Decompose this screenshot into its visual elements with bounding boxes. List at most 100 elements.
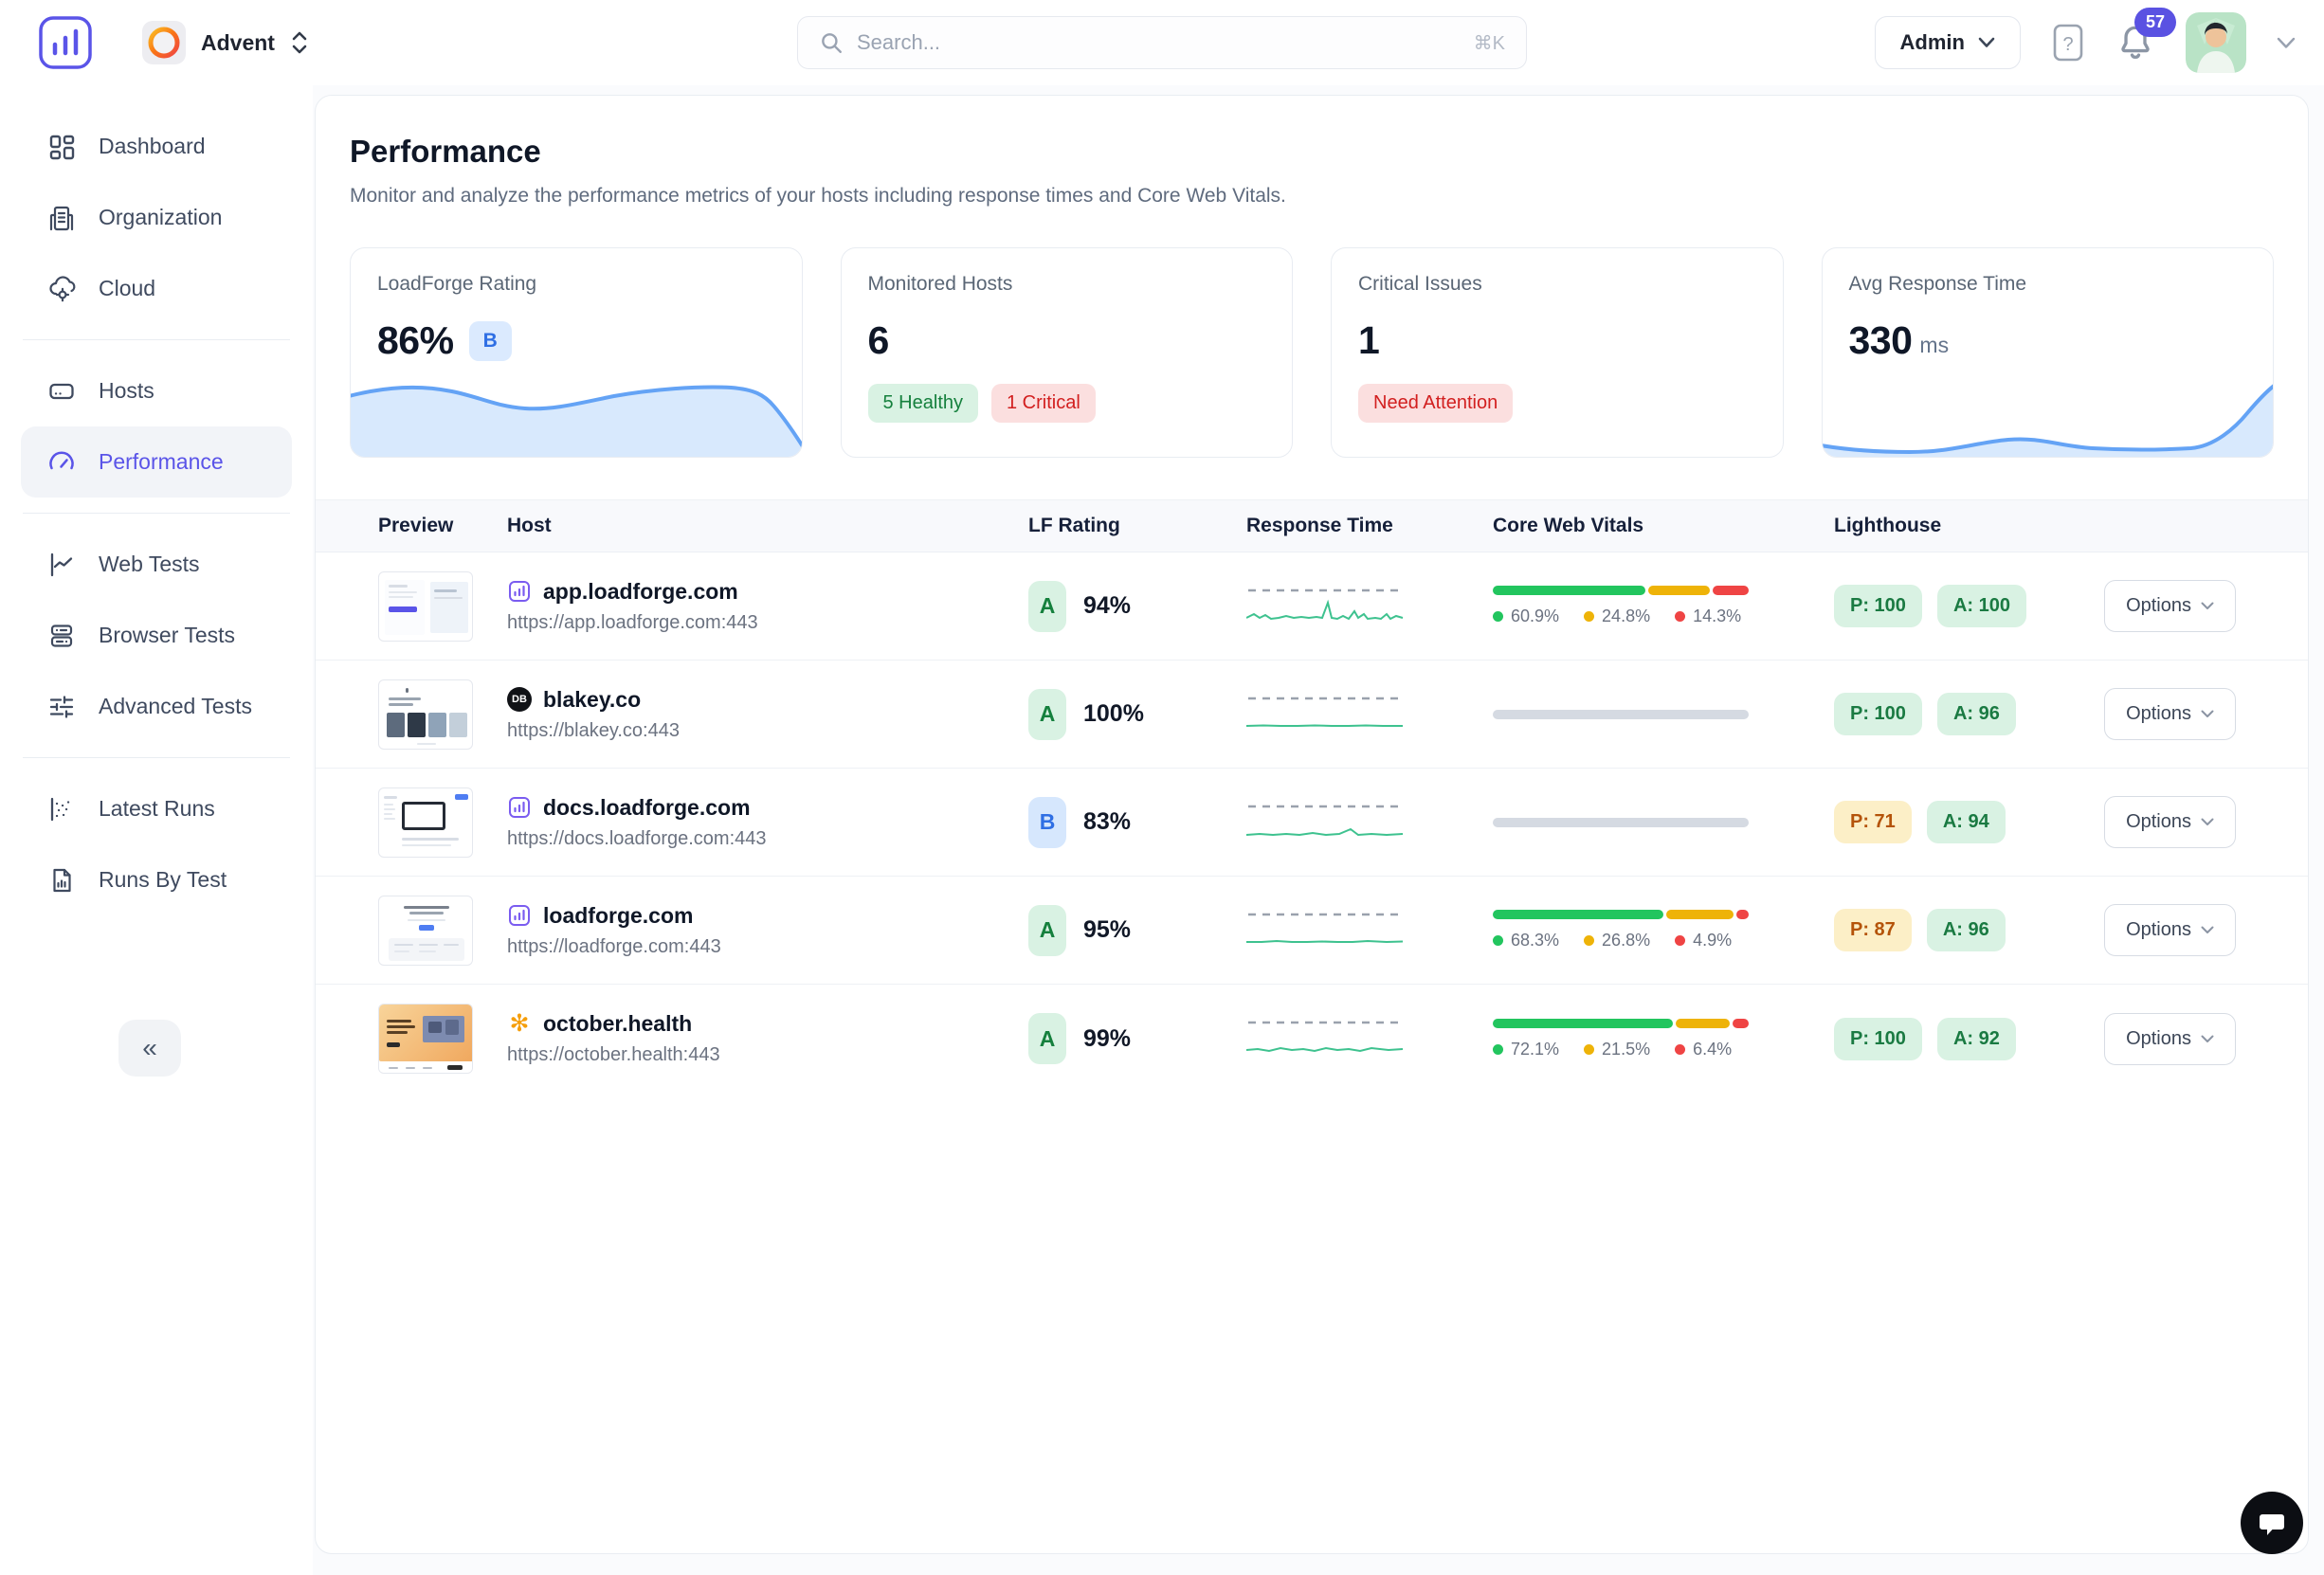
lighthouse-performance-badge: P: 100 [1834,693,1922,735]
user-menu-chevron-icon[interactable] [2277,37,2296,49]
host-url: https://docs.loadforge.com:443 [507,828,1028,850]
needs-improvement-dot-icon [1584,1044,1594,1055]
search-icon [819,30,844,55]
host-url: https://blakey.co:443 [507,720,1028,742]
host-favicon-db-icon: DB [507,687,532,712]
col-lf-rating: LF Rating [1028,515,1246,537]
sidebar-item-organization[interactable]: Organization [0,182,313,253]
sidebar-divider [23,339,290,340]
host-name[interactable]: october.health [543,1011,692,1037]
core-web-vitals-bar [1493,1019,1749,1028]
stat-value: 6 [868,318,889,363]
host-name[interactable]: blakey.co [543,687,641,713]
host-url: https://app.loadforge.com:443 [507,612,1028,634]
sidebar-item-label: Browser Tests [99,623,235,648]
sidebar-item-label: Runs By Test [99,867,227,893]
options-button[interactable]: Options [2104,796,2236,848]
host-preview-thumbnail[interactable] [378,679,473,750]
stat-card-monitored-hosts: Monitored Hosts 6 5 Healthy 1 Critical [841,247,1294,458]
org-name: Advent [201,30,275,56]
help-doc-icon: ? [2051,22,2085,63]
app-logo-icon[interactable] [38,15,93,70]
sidebar-item-advanced-tests[interactable]: Advanced Tests [0,671,313,742]
stat-value: 1 [1358,318,1379,363]
stat-value: 86% [377,318,454,363]
options-button[interactable]: Options [2104,1013,2236,1065]
sidebar-item-runs-by-test[interactable]: Runs By Test [0,844,313,915]
lf-rating-grade-badge: A [1028,581,1066,632]
sidebar-item-performance[interactable]: Performance [21,426,292,498]
help-button[interactable]: ? [2051,22,2085,63]
good-dot-icon [1493,935,1503,946]
host-favicon-chart-icon [507,903,532,928]
host-name[interactable]: docs.loadforge.com [543,795,751,821]
sidebar-item-cloud[interactable]: Cloud [0,253,313,324]
lf-rating-grade-badge: B [1028,797,1066,848]
chevron-down-icon [2201,1035,2214,1043]
lighthouse-performance-badge: P: 71 [1834,801,1912,843]
needs-improvement-dot-icon [1584,611,1594,622]
host-preview-thumbnail[interactable] [378,1004,473,1074]
org-selector-chevrons-icon [290,30,309,55]
core-web-vitals-empty-bar [1493,710,1749,719]
options-button[interactable]: Options [2104,580,2236,632]
sidebar-item-hosts[interactable]: Hosts [0,355,313,426]
host-preview-thumbnail[interactable] [378,896,473,966]
core-web-vitals-bar [1493,586,1749,595]
admin-menu-label: Admin [1900,30,1965,55]
lighthouse-performance-badge: P: 100 [1834,585,1922,627]
search-shortcut-hint: ⌘K [1474,31,1505,55]
host-favicon-chart-icon [507,579,532,604]
col-core-web-vitals: Core Web Vitals [1493,515,1834,537]
org-switcher[interactable]: Advent [142,21,309,64]
lf-rating-grade-badge: A [1028,905,1066,956]
lf-rating-percent: 100% [1083,700,1144,728]
needs-improvement-dot-icon [1584,935,1594,946]
rating-sparkline [350,368,803,458]
performance-panel: Performance Monitor and analyze the perf… [315,95,2309,1554]
organization-icon [47,204,76,232]
good-dot-icon [1493,1044,1503,1055]
host-preview-thumbnail[interactable] [378,571,473,642]
sidebar-item-label: Cloud [99,276,155,301]
sidebar-item-latest-runs[interactable]: Latest Runs [0,773,313,844]
chat-widget-button[interactable] [2241,1492,2303,1554]
host-url: https://october.health:443 [507,1044,1028,1066]
table-row: app.loadforge.com https://app.loadforge.… [316,552,2308,661]
sidebar-item-label: Latest Runs [99,796,215,822]
sidebar-item-browser-tests[interactable]: Browser Tests [0,600,313,671]
core-web-vitals-legend: 60.9% 24.8% 14.3% [1493,606,1834,626]
lighthouse-performance-badge: P: 100 [1834,1018,1922,1060]
stats-row: LoadForge Rating 86% B Monitored Hosts 6… [350,247,2274,458]
sidebar-item-label: Performance [99,449,224,475]
line-chart-icon [47,551,76,579]
admin-menu-button[interactable]: Admin [1875,16,2021,69]
scatter-plot-icon [47,795,76,824]
search-input[interactable] [857,30,1461,55]
sidebar-collapse-button[interactable]: « [118,1020,181,1077]
table-header-row: Preview Host LF Rating Response Time Cor… [316,499,2308,552]
options-button[interactable]: Options [2104,904,2236,956]
sidebar-item-dashboard[interactable]: Dashboard [0,111,313,182]
user-avatar[interactable] [2186,12,2246,73]
host-preview-thumbnail[interactable] [378,788,473,858]
lf-rating-percent: 99% [1083,1025,1131,1053]
main-content: Performance Monitor and analyze the perf… [313,85,2324,1575]
poor-dot-icon [1675,935,1685,946]
core-web-vitals-legend: 68.3% 26.8% 4.9% [1493,931,1834,950]
table-row: docs.loadforge.com https://docs.loadforg… [316,769,2308,877]
stat-card-avg-response-time: Avg Response Time 330 ms [1822,247,2275,458]
host-name[interactable]: app.loadforge.com [543,579,738,605]
options-button[interactable]: Options [2104,688,2236,740]
stat-label: Monitored Hosts [868,273,1266,296]
host-name[interactable]: loadforge.com [543,903,693,929]
lf-rating-percent: 95% [1083,916,1131,944]
core-web-vitals-bar [1493,910,1749,919]
lf-rating-grade-badge: A [1028,689,1066,740]
chevron-down-icon [2201,818,2214,826]
notification-count-badge: 57 [2134,8,2176,37]
sidebar-item-label: Organization [99,205,222,230]
notifications-button[interactable]: 57 [2115,21,2155,64]
cloud-icon [47,275,76,303]
sidebar-item-web-tests[interactable]: Web Tests [0,529,313,600]
